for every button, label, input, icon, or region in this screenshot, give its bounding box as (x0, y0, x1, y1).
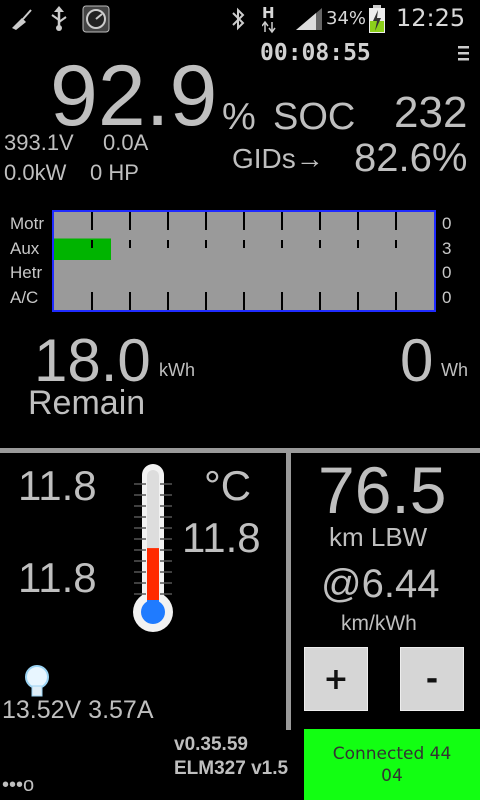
usage-bar-value: 3 (442, 238, 452, 258)
obd-app-icon (82, 5, 110, 33)
usage-bar-label: A/C (10, 287, 39, 307)
soc-value: 92.9 (50, 48, 218, 144)
power-kw: 0.0kW (4, 160, 67, 185)
connection-line-1: Connected 44 (332, 743, 452, 764)
efficiency-unit: km/kWh (341, 612, 417, 635)
battery-charging-icon (369, 5, 385, 33)
power-hp: 0 HP (90, 160, 139, 185)
thermometer-icon (133, 464, 173, 632)
usage-bar-chart (52, 210, 436, 312)
usage-bar-label: Hetr (10, 263, 43, 282)
aux-battery-readout: 13.52V 3.57A (2, 696, 154, 724)
gids-label: GIDs→ (232, 143, 324, 174)
soc-label: SOC (273, 96, 356, 138)
usage-bar-value: 0 (442, 263, 452, 282)
used-wh-unit: Wh (441, 360, 468, 380)
remain-label: Remain (28, 384, 146, 422)
gids-percent: 82.6% (354, 136, 468, 180)
efficiency-value: @6.44 (321, 562, 440, 606)
connection-line-2: 04 (381, 765, 403, 786)
battery-voltage: 393.1V (4, 130, 74, 155)
range-label: km LBW (329, 522, 428, 552)
connection-status-button[interactable]: Connected 44 04 (304, 729, 480, 800)
remain-kwh-unit: kWh (159, 360, 195, 380)
usb-icon (51, 6, 67, 31)
temp-right: 11.8 (182, 514, 261, 561)
usage-bar-value: 0 (442, 287, 452, 307)
page-indicator[interactable]: •••o (2, 774, 34, 797)
battery-percent: 34% (326, 8, 367, 29)
soc-unit: % (222, 96, 256, 138)
signal-strength-icon (296, 8, 322, 30)
status-clock: 12:25 (396, 4, 466, 32)
increase-button[interactable]: + (304, 647, 368, 711)
temp-left-bottom: 11.8 (18, 554, 97, 601)
adapter-version: ELM327 v1.5 (174, 758, 289, 779)
decrease-button[interactable]: - (400, 647, 464, 711)
menu-icon[interactable] (456, 40, 472, 64)
status-bar: H 34% 12:25 (0, 0, 480, 38)
temp-left-top: 11.8 (18, 462, 97, 509)
trip-timer: 00:08:55 (260, 40, 371, 66)
battery-current: 0.0A (103, 130, 149, 155)
broom-icon (12, 9, 32, 30)
used-wh-value: 0 (400, 327, 434, 394)
usage-bar-aux (54, 238, 111, 260)
usage-bar-label: Aux (10, 238, 40, 258)
range-value: 76.5 (318, 453, 447, 527)
gids-value: 232 (394, 88, 468, 137)
bluetooth-icon (232, 7, 245, 31)
data-arrows-icon (262, 20, 276, 34)
usage-bar-value: 0 (442, 214, 452, 233)
app-version: v0.35.59 (174, 734, 248, 755)
temp-unit: °C (204, 462, 252, 509)
vertical-divider (286, 453, 291, 730)
light-bulb-icon (25, 665, 49, 697)
usage-bar-label: Motr (10, 214, 44, 233)
